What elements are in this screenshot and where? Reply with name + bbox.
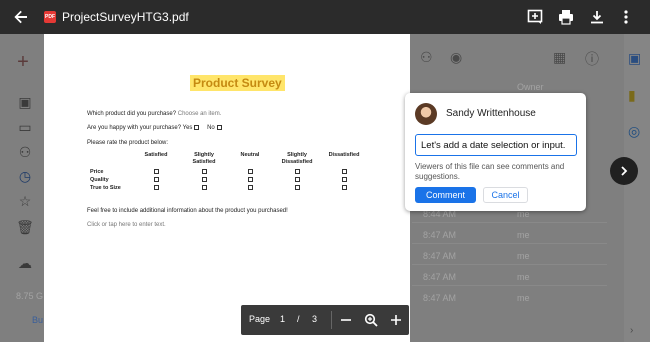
zoom-button[interactable] (362, 311, 380, 329)
rating-checkbox[interactable] (202, 177, 207, 182)
grid-view-icon: ▦ (553, 49, 567, 65)
expand-side-icon: › (630, 325, 634, 336)
yes-checkbox[interactable] (194, 125, 200, 130)
bg-row-owner: me (517, 251, 530, 261)
bg-row-time: 8:47 AM (423, 251, 457, 261)
tasks-icon: ◎ (628, 123, 641, 139)
page-label: Page (249, 314, 271, 324)
trash-icon: 🗑 (16, 218, 34, 235)
bg-row-owner: me (517, 230, 530, 240)
bg-row-owner: me (517, 272, 530, 282)
bg-row-time: 8:47 AM (423, 293, 457, 303)
storage-text: 8.75 G (16, 291, 44, 301)
column-owner: Owner (517, 82, 544, 92)
avatar (415, 103, 437, 125)
product-placeholder[interactable]: Choose an item. (178, 111, 222, 117)
cancel-button[interactable]: Cancel (483, 187, 528, 203)
back-arrow-icon (14, 10, 27, 24)
starred-icon: ☆ (18, 192, 32, 209)
grid-row-price: Price (90, 169, 104, 175)
next-file-button[interactable] (610, 157, 638, 185)
rating-checkbox[interactable] (202, 185, 207, 190)
grid-col-satisfied: Satisfied (144, 152, 168, 158)
more-options-button[interactable] (616, 7, 636, 27)
drive-icon: ▣ (18, 93, 32, 110)
grid-col-slightly-dissatisfied: Slightly Dissatisfied (281, 152, 313, 165)
rating-checkbox[interactable] (248, 177, 253, 182)
comment-button[interactable]: Comment (415, 187, 476, 203)
yes-label: Yes (182, 125, 193, 132)
rate-label: Please rate the product below: (87, 140, 169, 146)
download-button[interactable] (587, 7, 607, 27)
rating-checkbox[interactable] (295, 185, 300, 190)
keep-icon: ▮ (628, 87, 636, 103)
plus-icon (391, 315, 401, 325)
add-people-icon: ⚇ (420, 49, 433, 65)
rating-checkbox[interactable] (342, 177, 347, 182)
grid-col-slightly-satisfied: Slightly Satisfied (192, 152, 216, 165)
document-title: Product Survey (190, 75, 285, 91)
comment-visibility-notice: Viewers of this file can see comments an… (415, 162, 565, 181)
zoom-out-button[interactable] (337, 311, 355, 329)
grid-row-true-to-size: True to Size (90, 185, 121, 191)
grid-col-neutral: Neutral (240, 152, 260, 158)
add-comment-icon (527, 9, 543, 24)
rating-checkbox[interactable] (342, 185, 347, 190)
pdf-page[interactable]: Product Survey Which product did you pur… (44, 34, 410, 342)
viewer-topbar: PDF ProjectSurveyHTG3.pdf (0, 0, 650, 34)
file-title: ProjectSurveyHTG3.pdf (62, 10, 189, 24)
print-icon (559, 10, 573, 25)
back-button[interactable] (10, 6, 32, 28)
buy-storage-text: Bu (32, 315, 44, 325)
rating-checkbox[interactable] (248, 169, 253, 174)
rating-checkbox[interactable] (154, 177, 159, 182)
total-pages: 3 (312, 314, 318, 324)
chevron-right-icon (621, 166, 628, 176)
pdf-file-icon: PDF (44, 11, 56, 23)
rating-checkbox[interactable] (202, 169, 207, 174)
minus-icon (341, 319, 351, 321)
comment-input[interactable] (415, 134, 577, 156)
page-toolbar: Page 1 / 3 (241, 305, 409, 335)
zoom-in-button[interactable] (387, 311, 405, 329)
current-page[interactable]: 1 (280, 314, 285, 324)
comment-card: Sandy Writtenhouse Viewers of this file … (405, 93, 586, 211)
page-separator: / (297, 314, 300, 324)
side-panel-icon: ▣ (628, 50, 642, 66)
rating-checkbox[interactable] (295, 177, 300, 182)
no-checkbox[interactable] (216, 125, 222, 130)
extra-info-placeholder[interactable]: Click or tap here to enter text. (87, 222, 166, 228)
plus-icon: + (17, 50, 29, 73)
shared-icon: ⚇ (18, 143, 32, 160)
extra-info-label: Feel free to include additional informat… (87, 208, 288, 214)
recent-icon: ◷ (18, 167, 32, 184)
info-icon: ⓘ (585, 51, 599, 67)
storage-icon: ☁ (18, 254, 32, 271)
rating-checkbox[interactable] (154, 185, 159, 190)
add-comment-button[interactable] (525, 7, 545, 27)
more-vert-icon (624, 10, 628, 24)
print-button[interactable] (556, 7, 576, 27)
bg-row-time: 8:47 AM (423, 230, 457, 240)
grid-row-quality: Quality (90, 177, 109, 183)
question-happy: Are you happy with your purchase? Yes No (87, 125, 224, 131)
bg-row-owner: me (517, 293, 530, 303)
computers-icon: ▭ (18, 118, 32, 135)
zoom-icon (364, 313, 378, 327)
preview-icon: ◉ (450, 49, 463, 65)
rating-checkbox[interactable] (342, 169, 347, 174)
question-product-label: Which product did you purchase? (87, 111, 177, 117)
commenter-name: Sandy Writtenhouse (446, 108, 536, 119)
download-icon (591, 11, 603, 24)
rating-checkbox[interactable] (154, 169, 159, 174)
no-label: No (207, 125, 215, 132)
bg-row-time: 8:47 AM (423, 272, 457, 282)
question-happy-label: Are you happy with your purchase? (87, 125, 182, 132)
toolbar-divider (331, 311, 332, 329)
rating-checkbox[interactable] (248, 185, 253, 190)
question-product: Which product did you purchase? Choose a… (87, 111, 221, 117)
rating-checkbox[interactable] (295, 169, 300, 174)
grid-col-dissatisfied: Dissatisfied (328, 152, 360, 158)
